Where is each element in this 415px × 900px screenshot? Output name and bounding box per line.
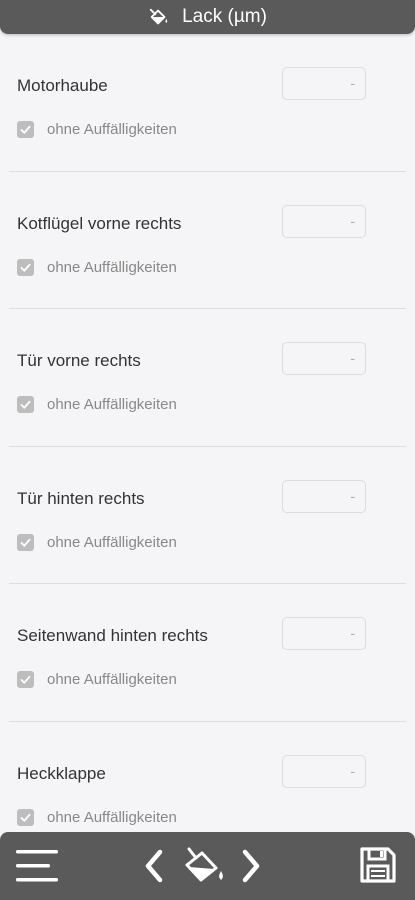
thickness-value: - bbox=[350, 487, 355, 504]
checkbox-label: ohne Auffälligkeiten bbox=[47, 121, 177, 138]
list-item: Motorhaube - ohne Auffälligkeiten bbox=[9, 34, 406, 172]
header-title: Lack (µm) bbox=[182, 6, 267, 27]
checkbox-label: ohne Auffälligkeiten bbox=[47, 533, 177, 551]
list-item: Tür vorne rechts - ohne Auffälligkeiten bbox=[9, 309, 406, 447]
checkmark-icon bbox=[20, 125, 31, 134]
thickness-value: - bbox=[350, 212, 355, 229]
chevron-left-icon[interactable] bbox=[143, 849, 165, 883]
no-issues-checkbox-row[interactable]: ohne Auffälligkeiten bbox=[17, 671, 177, 688]
thickness-input[interactable]: - bbox=[282, 754, 366, 788]
chevron-right-icon[interactable] bbox=[240, 849, 262, 883]
no-issues-checkbox-row[interactable]: ohne Auffälligkeiten bbox=[17, 121, 177, 138]
row-label: Motorhaube bbox=[17, 76, 108, 95]
checkbox[interactable] bbox=[17, 671, 34, 688]
checkbox-label: ohne Auffälligkeiten bbox=[47, 808, 177, 826]
no-issues-checkbox-row[interactable]: ohne Auffälligkeiten bbox=[17, 258, 177, 276]
checkbox-label: ohne Auffälligkeiten bbox=[47, 671, 177, 688]
app-header: Lack (µm) bbox=[0, 0, 415, 34]
checkbox-label: ohne Auffälligkeiten bbox=[47, 258, 177, 276]
row-label: Seitenwand hinten rechts bbox=[17, 626, 208, 645]
list-item: Kotflügel vorne rechts - ohne Auffälligk… bbox=[9, 172, 406, 309]
list-item: Tür hinten rechts - ohne Auffälligkeiten bbox=[9, 447, 406, 584]
checkbox[interactable] bbox=[17, 396, 34, 413]
thickness-input[interactable]: - bbox=[282, 617, 366, 650]
no-issues-checkbox-row[interactable]: ohne Auffälligkeiten bbox=[17, 396, 177, 413]
list-item: Heckklappe - ohne Auffälligkeiten bbox=[9, 722, 406, 833]
row-label: Kotflügel vorne rechts bbox=[17, 213, 182, 233]
paint-bucket-icon[interactable] bbox=[183, 845, 227, 889]
checkbox-label: ohne Auffälligkeiten bbox=[47, 396, 177, 413]
row-label: Tür hinten rechts bbox=[17, 488, 145, 508]
thickness-value: - bbox=[350, 350, 355, 366]
checkbox[interactable] bbox=[17, 121, 34, 138]
paint-inspection-list: Motorhaube - ohne Auffälligkeiten Kotflü… bbox=[0, 34, 415, 832]
no-issues-checkbox-row[interactable]: ohne Auffälligkeiten bbox=[17, 533, 177, 551]
bottom-toolbar bbox=[0, 832, 415, 900]
thickness-value: - bbox=[350, 762, 355, 779]
checkbox[interactable] bbox=[17, 533, 34, 551]
thickness-value: - bbox=[350, 625, 355, 641]
checkmark-icon bbox=[20, 538, 31, 547]
row-label: Heckklappe bbox=[17, 763, 106, 783]
checkmark-icon bbox=[20, 813, 31, 822]
checkmark-icon bbox=[20, 263, 31, 272]
thickness-input[interactable]: - bbox=[282, 204, 366, 238]
menu-icon[interactable] bbox=[16, 849, 58, 883]
paint-bucket-icon bbox=[148, 6, 170, 28]
checkmark-icon bbox=[20, 400, 31, 409]
thickness-value: - bbox=[350, 75, 355, 91]
thickness-input[interactable]: - bbox=[282, 342, 366, 375]
save-icon[interactable] bbox=[359, 846, 397, 884]
checkmark-icon bbox=[20, 675, 31, 684]
row-label: Tür vorne rechts bbox=[17, 351, 141, 370]
list-item: Seitenwand hinten rechts - ohne Auffälli… bbox=[9, 584, 406, 722]
checkbox[interactable] bbox=[17, 808, 34, 826]
thickness-input[interactable]: - bbox=[282, 479, 366, 513]
no-issues-checkbox-row[interactable]: ohne Auffälligkeiten bbox=[17, 808, 177, 826]
thickness-input[interactable]: - bbox=[282, 67, 366, 100]
checkbox[interactable] bbox=[17, 258, 34, 276]
